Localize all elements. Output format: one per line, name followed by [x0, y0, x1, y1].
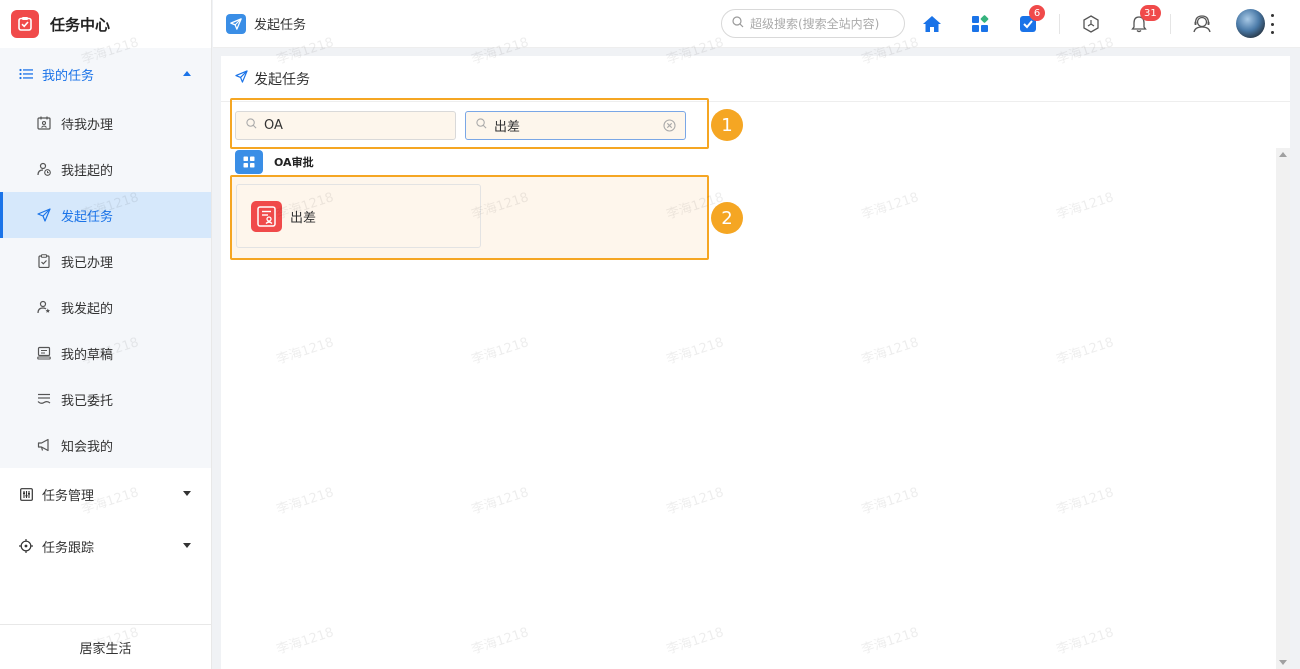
sidebar: 任务中心 我的任务 待我办理 我挂起的 发起任务 我已办理 我发起的 我的草稿 … — [0, 0, 212, 669]
sidebar-group-label: 任务跟踪 — [42, 540, 95, 556]
sidebar-item-label: 知会我的 — [61, 439, 114, 455]
sidebar-group-my-tasks[interactable]: 我的任务 — [0, 48, 211, 100]
chevron-up-icon — [183, 71, 191, 76]
sidebar-item-initiate-task[interactable]: 发起任务 — [0, 192, 211, 238]
main-content: 发起任务 1 OA审批 出差 2 — [221, 56, 1290, 669]
search-icon — [246, 118, 257, 133]
form-document-icon — [251, 200, 282, 232]
sidebar-item-label: 我挂起的 — [61, 163, 114, 179]
delegate-icon — [36, 391, 52, 407]
step-badge-1: 1 — [711, 109, 743, 141]
content-title: 发起任务 — [254, 71, 310, 88]
send-icon — [235, 70, 248, 87]
sidebar-group-task-tracking[interactable]: 任务跟踪 — [0, 520, 211, 572]
megaphone-icon — [36, 437, 52, 453]
sidebar-item-handled[interactable]: 我已办理 — [0, 238, 211, 284]
sidebar-item-label: 我已委托 — [61, 393, 114, 409]
chevron-down-icon — [183, 491, 191, 496]
more-menu-icon[interactable] — [1269, 14, 1275, 34]
scroll-up-icon[interactable] — [1279, 152, 1287, 157]
sidebar-item-delegated[interactable]: 我已委托 — [0, 376, 211, 422]
search-icon — [476, 118, 487, 133]
my-tasks-submenu: 待我办理 我挂起的 发起任务 我已办理 我发起的 我的草稿 我已委托 知会我的 — [0, 100, 211, 468]
user-star-icon — [36, 299, 52, 315]
category-filter-input[interactable] — [264, 118, 444, 133]
page-tab[interactable]: 发起任务 — [226, 13, 307, 34]
sidebar-item-drafts[interactable]: 我的草稿 — [0, 330, 211, 376]
task-card-label: 出差 — [290, 210, 317, 226]
task-card-business-trip[interactable]: 出差 — [236, 184, 481, 248]
global-search[interactable] — [721, 9, 905, 38]
category-filter[interactable] — [235, 111, 456, 140]
notification-badge: 31 — [1140, 5, 1161, 21]
toolbar-divider — [1059, 14, 1060, 34]
topbar: 发起任务 6 31 — [213, 0, 1300, 48]
user-avatar[interactable] — [1236, 9, 1265, 38]
sidebar-group-label: 我的任务 — [42, 68, 95, 84]
search-icon — [732, 15, 744, 32]
page-tab-label: 发起任务 — [254, 18, 307, 33]
apps-grid-icon[interactable] — [968, 12, 992, 36]
brand: 任务中心 — [0, 0, 211, 48]
crosshair-icon — [18, 538, 34, 554]
send-icon — [36, 207, 52, 223]
home-icon[interactable] — [920, 12, 944, 36]
toolbar-divider — [1170, 14, 1171, 34]
task-center-logo-icon — [11, 10, 39, 38]
step-badge-2: 2 — [711, 202, 743, 234]
send-icon — [226, 13, 246, 34]
hexagon-icon[interactable] — [1079, 12, 1103, 36]
task-filter-input[interactable] — [494, 118, 674, 133]
task-filter[interactable] — [465, 111, 686, 140]
apps-icon — [235, 150, 263, 174]
todo-badge: 6 — [1029, 5, 1045, 21]
calendar-user-icon — [36, 115, 52, 131]
sidebar-item-initiated[interactable]: 我发起的 — [0, 284, 211, 330]
chevron-down-icon — [183, 543, 191, 548]
content-header: 发起任务 — [221, 56, 1290, 102]
sliders-icon — [18, 486, 34, 502]
sidebar-item-label: 我的草稿 — [61, 347, 114, 363]
sidebar-item-suspended[interactable]: 我挂起的 — [0, 146, 211, 192]
sidebar-item-label: 我发起的 — [61, 301, 114, 317]
sidebar-group-task-management[interactable]: 任务管理 — [0, 468, 211, 520]
bell-icon[interactable]: 31 — [1127, 5, 1161, 36]
sidebar-item-label: 我已办理 — [61, 255, 114, 271]
sidebar-group-label: 任务管理 — [42, 488, 95, 504]
scroll-down-icon[interactable] — [1279, 660, 1287, 665]
clipboard-check-icon — [36, 253, 52, 269]
brand-title: 任务中心 — [50, 15, 111, 34]
vertical-scrollbar[interactable] — [1276, 148, 1290, 669]
sidebar-item-label: 发起任务 — [61, 209, 114, 225]
global-search-input[interactable] — [750, 16, 895, 31]
sidebar-footer-link[interactable]: 居家生活 — [0, 624, 211, 669]
draft-box-icon — [36, 345, 52, 361]
clear-icon[interactable] — [663, 119, 676, 132]
customer-service-icon[interactable] — [1190, 12, 1214, 36]
list-icon — [18, 66, 34, 82]
user-clock-icon — [36, 161, 52, 177]
todo-check-icon[interactable]: 6 — [1016, 5, 1045, 36]
sidebar-item-label: 待我办理 — [61, 117, 114, 133]
group-label: OA审批 — [235, 150, 314, 174]
sidebar-item-pending[interactable]: 待我办理 — [0, 100, 211, 146]
group-label-text: OA审批 — [274, 156, 314, 169]
sidebar-item-cc[interactable]: 知会我的 — [0, 422, 211, 468]
